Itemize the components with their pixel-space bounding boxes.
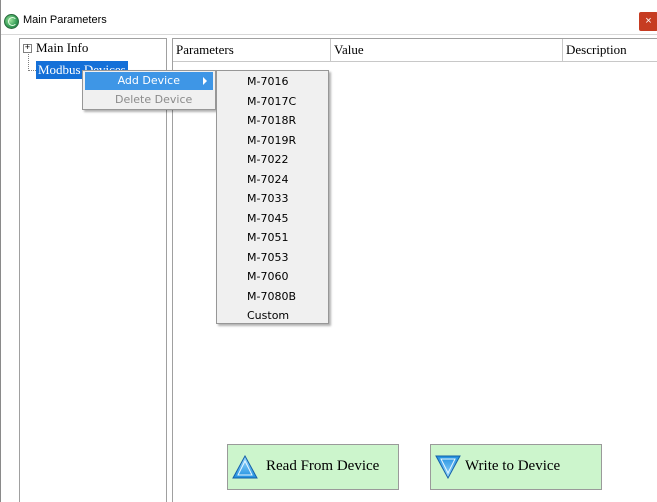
submenu-item-m-7022[interactable]: M-7022 <box>219 150 326 169</box>
submenu-item-m-7060[interactable]: M-7060 <box>219 267 326 286</box>
arrow-up-icon <box>232 455 258 479</box>
context-menu: Add Device Delete Device <box>82 70 216 110</box>
tree-connector-branch <box>28 70 36 71</box>
expand-icon[interactable]: + <box>23 44 32 53</box>
app-icon <box>4 14 19 29</box>
read-from-device-button[interactable]: Read From Device <box>227 444 399 490</box>
submenu-item-m-7019r[interactable]: M-7019R <box>219 131 326 150</box>
submenu-item-m-7024[interactable]: M-7024 <box>219 170 326 189</box>
submenu-item-m-7017c[interactable]: M-7017C <box>219 92 326 111</box>
submenu-item-m-7018r[interactable]: M-7018R <box>219 111 326 130</box>
list-header: Parameters Value Description <box>173 39 657 62</box>
window-frame <box>0 0 1 502</box>
menu-item-label: Add Device <box>117 74 180 87</box>
close-button[interactable]: × <box>639 12 657 31</box>
write-to-device-button[interactable]: Write to Device <box>430 444 602 490</box>
column-header-value[interactable]: Value <box>331 39 563 61</box>
submenu-item-m-7053[interactable]: M-7053 <box>219 248 326 267</box>
arrow-down-icon <box>435 455 461 479</box>
submenu-item-custom[interactable]: Custom <box>219 306 326 325</box>
column-header-parameters[interactable]: Parameters <box>173 39 331 61</box>
write-button-label: Write to Device <box>465 458 561 474</box>
submenu-item-m-7045[interactable]: M-7045 <box>219 209 326 228</box>
submenu-item-m-7033[interactable]: M-7033 <box>219 189 326 208</box>
title-bar[interactable]: Main Parameters × <box>1 10 657 35</box>
menu-item-add-device[interactable]: Add Device <box>85 72 213 90</box>
column-header-description[interactable]: Description <box>563 39 657 61</box>
submenu-item-m-7016[interactable]: M-7016 <box>219 72 326 91</box>
submenu-item-m-7051[interactable]: M-7051 <box>219 228 326 247</box>
submenu-item-m-7080b[interactable]: M-7080B <box>219 287 326 306</box>
menu-item-delete-device[interactable]: Delete Device <box>85 91 213 109</box>
tree-node-main-info[interactable]: Main Info <box>36 40 88 56</box>
submenu-arrow-icon <box>203 77 207 85</box>
menu-item-label: Delete Device <box>115 93 193 106</box>
add-device-submenu: M-7016 M-7017C M-7018R M-7019R M-7022 M-… <box>216 70 329 324</box>
window-title: Main Parameters <box>23 14 107 26</box>
read-button-label: Read From Device <box>266 458 380 474</box>
